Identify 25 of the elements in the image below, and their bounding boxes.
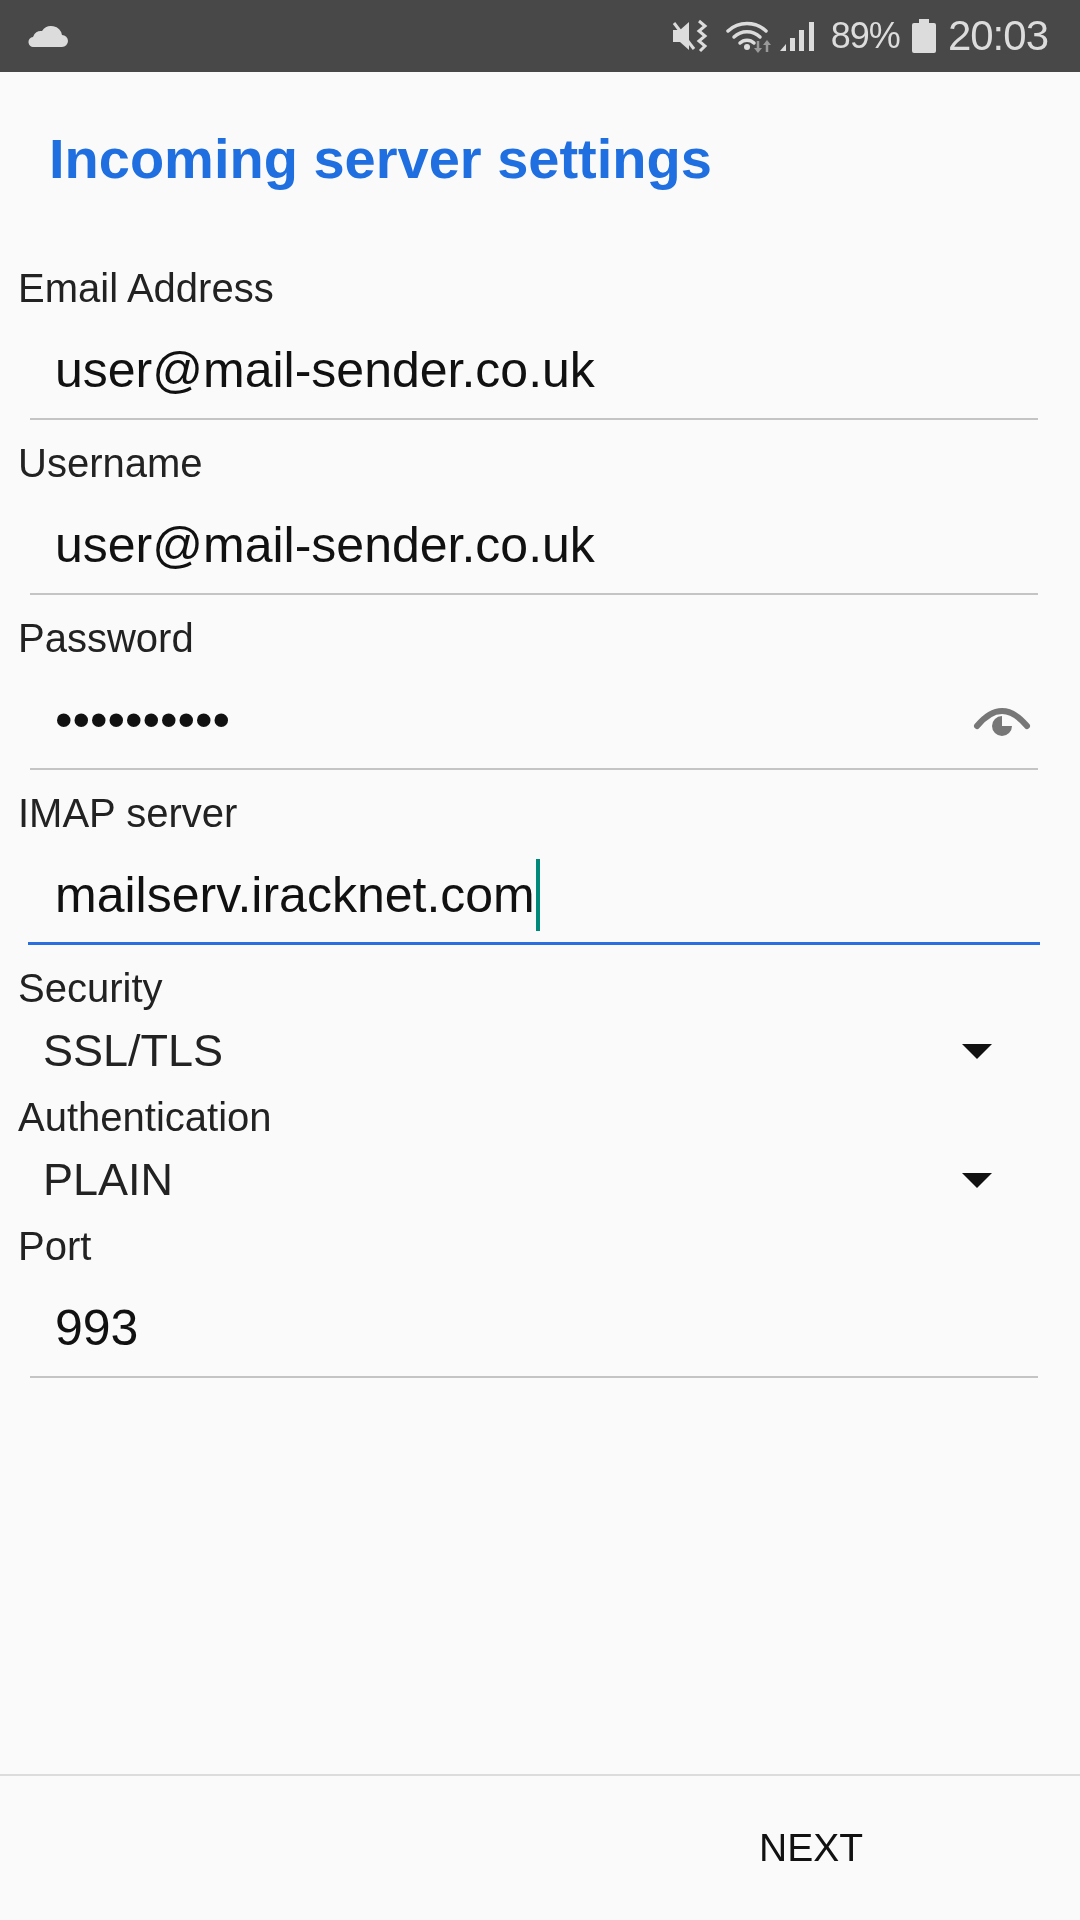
signal-icon — [778, 21, 817, 51]
mute-vibrate-icon — [670, 19, 709, 53]
dropdown-select[interactable]: SSL/TLS — [18, 1018, 1038, 1084]
page-title: Incoming server settings — [49, 126, 712, 192]
next-button[interactable]: NEXT — [719, 1802, 903, 1894]
caret-icon — [962, 1043, 992, 1059]
field-label: Username — [18, 440, 203, 487]
field-label: Port — [18, 1223, 92, 1270]
field-label: IMAP server — [18, 790, 238, 837]
field-label: Security — [18, 965, 163, 1012]
field-label: Email Address — [18, 265, 274, 312]
battery-percent: 89% — [830, 16, 900, 56]
dropdown-select[interactable]: PLAIN — [18, 1147, 1038, 1213]
text-field[interactable]: user@mail-sender.co.uk — [30, 497, 1038, 595]
field-label: Authentication — [18, 1094, 272, 1141]
field-label: Password — [18, 615, 194, 662]
battery-icon — [911, 19, 936, 53]
wifi-icon — [724, 19, 773, 53]
cloud-icon — [28, 25, 68, 47]
text-field[interactable]: user@mail-sender.co.uk — [30, 322, 1038, 420]
text-field[interactable]: 993 — [30, 1280, 1038, 1378]
password-field[interactable]: •••••••••• — [30, 672, 1038, 770]
clock-time: 20:03 — [947, 13, 1048, 59]
text-field[interactable]: mailserv.iracknet.com — [28, 847, 1040, 945]
caret-icon — [962, 1172, 992, 1188]
